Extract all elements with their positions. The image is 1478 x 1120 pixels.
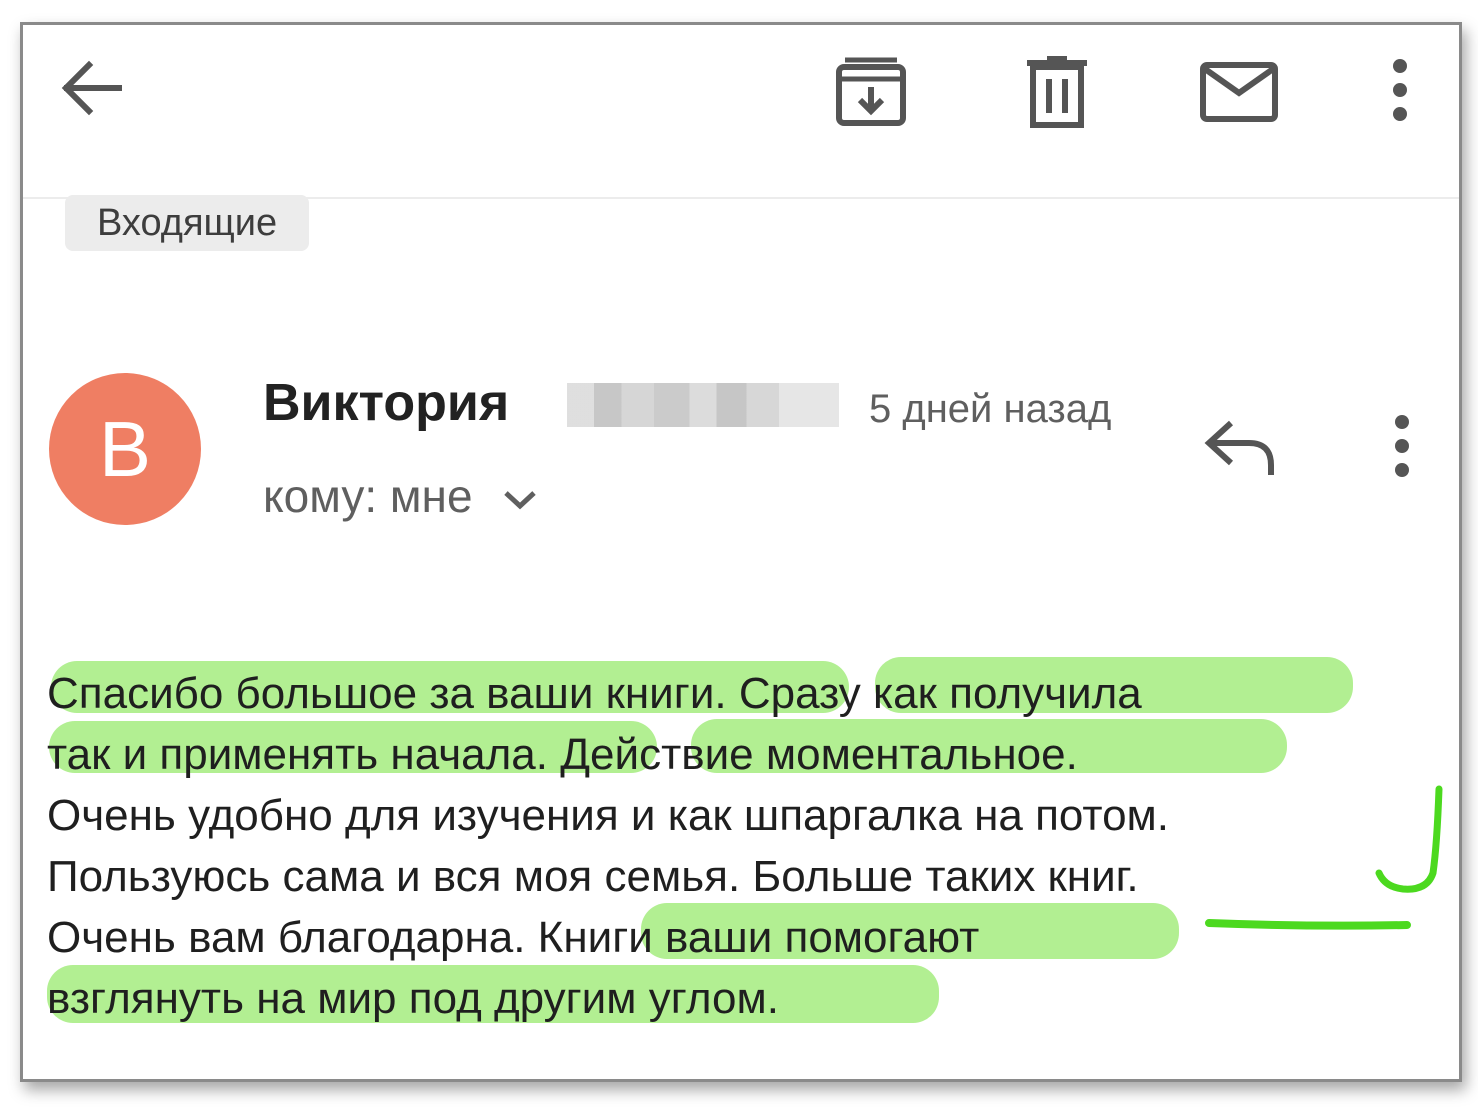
email-view: Входящие В Виктория 5 дней назад кому: м… <box>20 22 1462 1082</box>
pen-annotation <box>1205 785 1443 930</box>
